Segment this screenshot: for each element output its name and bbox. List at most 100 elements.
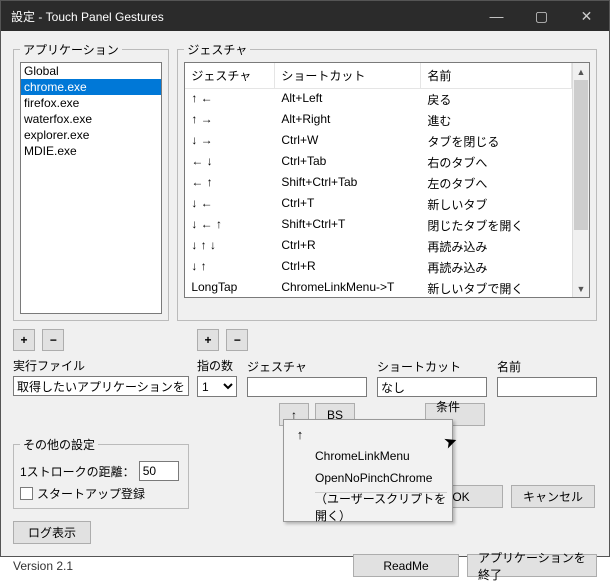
gesture-legend: ジェスチャ	[184, 41, 250, 58]
cell: Ctrl+R	[275, 236, 421, 257]
cell: ↓ ↑	[185, 257, 275, 278]
app-item[interactable]: explorer.exe	[21, 127, 161, 143]
col-name[interactable]: 名前	[421, 63, 572, 88]
gesture-table: ジェスチャ ショートカット 名前 ↑ ←Alt+Left戻る↑ →Alt+Rig…	[184, 62, 590, 298]
window-title: 設定 - Touch Panel Gestures	[11, 8, 474, 25]
arrow-up-icon: ↑	[287, 427, 313, 442]
cell: Ctrl+T	[275, 194, 421, 215]
app-item[interactable]: firefox.exe	[21, 95, 161, 111]
startup-checkbox-row[interactable]: スタートアップ登録	[20, 485, 182, 502]
table-row[interactable]: ↓ →Ctrl+Wタブを閉じる	[185, 131, 572, 152]
shortcut-edit-label: ショートカット	[377, 358, 487, 375]
titlebar: 設定 - Touch Panel Gestures — ▢ ✕	[1, 1, 609, 31]
scroll-down-icon[interactable]: ▼	[573, 280, 589, 297]
app-item[interactable]: MDIE.exe	[21, 143, 161, 159]
cell: ChromeLinkMenu->T	[275, 278, 421, 297]
name-edit-label: 名前	[497, 358, 597, 375]
cell: 右のタブへ	[421, 152, 572, 173]
application-group: アプリケーション Globalchrome.exefirefox.exewate…	[13, 41, 169, 321]
cell: ← ↑	[185, 173, 275, 194]
app-item[interactable]: Global	[21, 63, 161, 79]
maximize-button[interactable]: ▢	[519, 1, 564, 31]
cell: Ctrl+R	[275, 257, 421, 278]
menu-item-opennopinch[interactable]: OpenNoPinchChrome	[287, 467, 449, 489]
context-menu: ↑ ChromeLinkMenu OpenNoPinchChrome （ユーザー…	[283, 419, 453, 522]
table-row[interactable]: ↑ ←Alt+Left戻る	[185, 89, 572, 110]
name-input[interactable]	[497, 377, 597, 397]
cell: ← ↓	[185, 152, 275, 173]
cell: ↑ →	[185, 110, 275, 131]
cell: ↓ →	[185, 131, 275, 152]
exec-input[interactable]	[13, 376, 189, 396]
table-row[interactable]: ↓ ←Ctrl+T新しいタブ	[185, 194, 572, 215]
menu-item-up[interactable]: ↑	[287, 423, 449, 445]
gesture-group: ジェスチャ ジェスチャ ショートカット 名前 ↑ ←Alt+Left戻る↑ →A…	[177, 41, 597, 321]
fingers-label: 指の数	[197, 357, 237, 374]
gesture-header: ジェスチャ ショートカット 名前	[185, 63, 572, 89]
table-row[interactable]: ← ↓Ctrl+Tab右のタブへ	[185, 152, 572, 173]
cell: Alt+Right	[275, 110, 421, 131]
application-list[interactable]: Globalchrome.exefirefox.exewaterfox.exee…	[20, 62, 162, 314]
cell: 戻る	[421, 89, 572, 110]
exec-label: 実行ファイル	[13, 357, 189, 374]
cell: タブを閉じる	[421, 131, 572, 152]
cell: Ctrl+W	[275, 131, 421, 152]
menu-item-chromelink[interactable]: ChromeLinkMenu	[287, 445, 449, 467]
table-row[interactable]: ← ↑Shift+Ctrl+Tab左のタブへ	[185, 173, 572, 194]
cell: 進む	[421, 110, 572, 131]
other-settings-group: その他の設定 1ストロークの距離： スタートアップ登録	[13, 436, 189, 509]
scroll-up-icon[interactable]: ▲	[573, 63, 589, 80]
cell: Shift+Ctrl+T	[275, 215, 421, 236]
cell: 新しいタブで開く	[421, 278, 572, 297]
cell: Shift+Ctrl+Tab	[275, 173, 421, 194]
gesture-scrollbar[interactable]: ▲ ▼	[572, 63, 589, 297]
quit-button[interactable]: アプリケーションを終了	[467, 554, 597, 577]
cell: 再読み込み	[421, 257, 572, 278]
stroke-label: 1ストロークの距離：	[20, 463, 135, 480]
app-remove-button[interactable]: −	[42, 329, 64, 351]
table-row[interactable]: ↓ ↑Ctrl+R再読み込み	[185, 257, 572, 278]
cell: 再読み込み	[421, 236, 572, 257]
shortcut-input[interactable]	[377, 377, 487, 397]
table-row[interactable]: ↓ ← ↑Shift+Ctrl+T閉じたタブを開く	[185, 215, 572, 236]
footer: Version 2.1 ReadMe アプリケーションを終了	[1, 550, 609, 585]
cancel-button[interactable]: キャンセル	[511, 485, 595, 508]
cell: Alt+Left	[275, 89, 421, 110]
cell: ↓ ← ↑	[185, 215, 275, 236]
gesture-input[interactable]	[247, 377, 367, 397]
table-row[interactable]: ↑ →Alt+Right進む	[185, 110, 572, 131]
minimize-button[interactable]: —	[474, 1, 519, 31]
gesture-add-button[interactable]: +	[197, 329, 219, 351]
cell: ↓ ↑ ↓	[185, 236, 275, 257]
cell: ↑ ←	[185, 89, 275, 110]
fingers-select[interactable]: 1	[197, 376, 237, 397]
app-item[interactable]: waterfox.exe	[21, 111, 161, 127]
readme-button[interactable]: ReadMe	[353, 554, 459, 577]
col-gesture[interactable]: ジェスチャ	[185, 63, 275, 88]
version-label: Version 2.1	[13, 559, 345, 573]
startup-checkbox[interactable]	[20, 487, 33, 500]
gesture-remove-button[interactable]: −	[226, 329, 248, 351]
application-legend: アプリケーション	[20, 41, 122, 58]
scroll-thumb[interactable]	[574, 80, 588, 230]
app-add-button[interactable]: +	[13, 329, 35, 351]
app-item[interactable]: chrome.exe	[21, 79, 161, 95]
table-row[interactable]: ↓ ↑ ↓Ctrl+R再読み込み	[185, 236, 572, 257]
cell: Ctrl+Tab	[275, 152, 421, 173]
settings-window: 設定 - Touch Panel Gestures — ▢ ✕ アプリケーション…	[0, 0, 610, 557]
cell: 閉じたタブを開く	[421, 215, 572, 236]
cell: LongTap	[185, 278, 275, 297]
menu-item-userscript[interactable]: （ユーザースクリプトを開く）	[287, 496, 449, 518]
col-shortcut[interactable]: ショートカット	[275, 63, 421, 88]
cell: 左のタブへ	[421, 173, 572, 194]
table-row[interactable]: LongTapChromeLinkMenu->T新しいタブで開く	[185, 278, 572, 297]
startup-label: スタートアップ登録	[37, 485, 145, 502]
other-settings-legend: その他の設定	[20, 436, 98, 453]
log-button[interactable]: ログ表示	[13, 521, 91, 544]
stroke-input[interactable]	[139, 461, 179, 481]
close-button[interactable]: ✕	[564, 1, 609, 31]
cell: ↓ ←	[185, 194, 275, 215]
cell: 新しいタブ	[421, 194, 572, 215]
gesture-edit-label: ジェスチャ	[247, 358, 367, 375]
client-area: アプリケーション Globalchrome.exefirefox.exewate…	[1, 31, 609, 550]
